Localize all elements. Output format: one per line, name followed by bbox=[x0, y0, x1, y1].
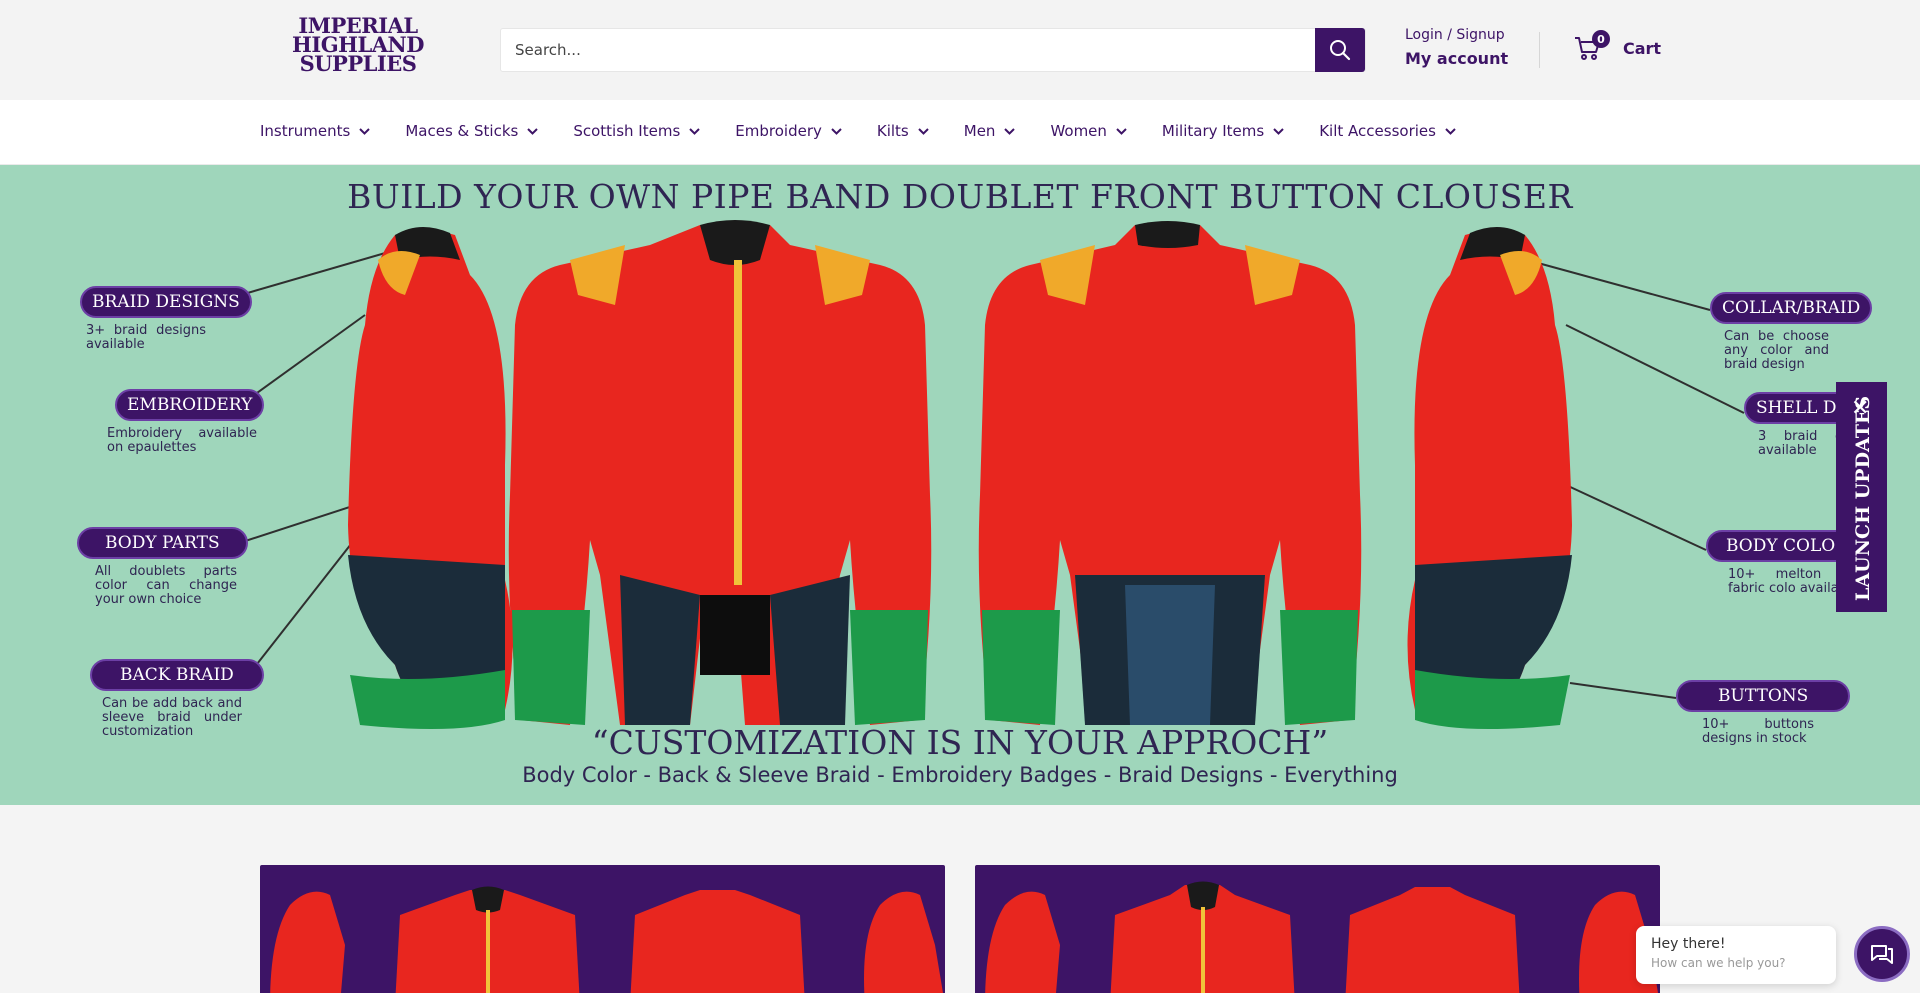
chevron-down-icon bbox=[918, 127, 929, 135]
main-nav: Instruments Maces & Sticks Scottish Item… bbox=[0, 100, 1920, 165]
chevron-down-icon bbox=[1445, 127, 1456, 135]
side-jacket-right bbox=[1407, 226, 1572, 729]
nav-item-maces-sticks[interactable]: Maces & Sticks bbox=[405, 122, 539, 140]
callout-title: BODY PARTS bbox=[77, 527, 248, 559]
chevron-down-icon bbox=[527, 127, 539, 135]
callout-desc: All doublets parts color can change your… bbox=[95, 564, 237, 607]
callout-body-parts: BODY PARTS All doublets parts color can … bbox=[77, 527, 248, 607]
launch-updates-label: LAUNCH UPDATES bbox=[1852, 395, 1874, 601]
hero-quote: “CUSTOMIZATION IS IN YOUR APPROCH” bbox=[591, 723, 1329, 762]
chevron-down-icon bbox=[689, 127, 700, 135]
chevron-down-icon bbox=[831, 127, 842, 135]
callout-title: COLLAR/BRAID bbox=[1710, 292, 1873, 324]
login-signup-link[interactable]: Login / Signup bbox=[1405, 27, 1508, 43]
chat-launcher-button[interactable] bbox=[1854, 926, 1910, 982]
cart-count-badge: 0 bbox=[1592, 30, 1610, 48]
chevron-down-icon bbox=[359, 127, 371, 135]
nav-item-label: Men bbox=[963, 122, 996, 140]
nav-item-label: Scottish Items bbox=[573, 122, 681, 140]
chevron-down-icon bbox=[1004, 127, 1016, 135]
chat-icon bbox=[1871, 945, 1893, 964]
cart-button[interactable]: 0 Cart bbox=[1573, 30, 1662, 62]
side-jacket-left bbox=[348, 226, 513, 729]
nav-item-label: Women bbox=[1050, 122, 1107, 140]
callout-desc: 3+ braid designs available bbox=[86, 323, 206, 352]
callout-title: BACK BRAID bbox=[90, 659, 264, 691]
card-jackets-image bbox=[270, 886, 943, 993]
chevron-down-icon bbox=[1116, 127, 1127, 135]
nav-item-military-items[interactable]: Military Items bbox=[1162, 122, 1284, 140]
promo-card-1[interactable] bbox=[260, 865, 945, 993]
nav-item-label: Embroidery bbox=[735, 122, 822, 140]
account-block: Login / Signup My account bbox=[1405, 27, 1508, 68]
search-input[interactable] bbox=[515, 29, 1295, 71]
callout-desc: Can be choose any color and braid design bbox=[1724, 329, 1829, 372]
promo-card-2[interactable] bbox=[975, 865, 1660, 993]
nav-item-label: Kilts bbox=[876, 122, 909, 140]
callout-collar-braid: COLLAR/BRAID Can be choose any color and… bbox=[1710, 292, 1873, 372]
launch-updates-tab[interactable]: ✕ LAUNCH UPDATES bbox=[1836, 382, 1887, 612]
site-logo[interactable]: IMPERIAL HIGHLAND SUPPLIES bbox=[290, 15, 426, 80]
cart-label: Cart bbox=[1623, 38, 1662, 58]
nav-item-label: Kilt Accessories bbox=[1319, 122, 1436, 140]
cart-icon: 0 bbox=[1573, 30, 1610, 62]
nav-item-label: Instruments bbox=[260, 122, 351, 140]
search-box bbox=[500, 28, 1366, 72]
nav-item-men[interactable]: Men bbox=[964, 122, 1016, 140]
callout-desc: Embroidery available on epaulettes bbox=[107, 426, 257, 455]
search-icon bbox=[1330, 40, 1351, 61]
card-jackets-image bbox=[985, 881, 1658, 993]
my-account-link[interactable]: My account bbox=[1405, 49, 1508, 68]
chat-greeting: Hey there! bbox=[1651, 936, 1726, 952]
hero-banner[interactable]: BUILD YOUR OWN PIPE BAND DOUBLET FRONT B… bbox=[0, 165, 1920, 805]
callout-embroidery: EMBROIDERY Embroidery available on epaul… bbox=[107, 389, 265, 455]
nav-item-embroidery[interactable]: Embroidery bbox=[735, 122, 842, 140]
jacket-illustration bbox=[212, 220, 1745, 729]
logo-line-3: SUPPLIES bbox=[299, 51, 417, 76]
hero-subtitle: Body Color - Back & Sleeve Braid - Embro… bbox=[522, 763, 1398, 787]
nav-item-women[interactable]: Women bbox=[1050, 122, 1127, 140]
front-jacket bbox=[508, 220, 932, 725]
back-jacket bbox=[978, 221, 1362, 725]
callout-title: BUTTONS bbox=[1676, 680, 1851, 712]
search-button[interactable] bbox=[1315, 28, 1365, 72]
nav-item-label: Military Items bbox=[1161, 122, 1265, 140]
nav-item-label: Maces & Sticks bbox=[405, 122, 519, 140]
chat-prompt: How can we help you? bbox=[1651, 956, 1786, 970]
callout-title: EMBROIDERY bbox=[115, 389, 265, 421]
callout-braid-designs: BRAID DESIGNS 3+ braid designs available bbox=[80, 286, 252, 352]
header-divider bbox=[1539, 32, 1540, 68]
chat-greeting-bubble[interactable]: Hey there! How can we help you? bbox=[1636, 926, 1836, 984]
site-header: IMPERIAL HIGHLAND SUPPLIES Login / Signu… bbox=[0, 0, 1920, 100]
nav-item-instruments[interactable]: Instruments bbox=[260, 122, 371, 140]
chevron-down-icon bbox=[1273, 127, 1284, 135]
nav-item-scottish-items[interactable]: Scottish Items bbox=[573, 122, 700, 140]
nav-item-kilt-accessories[interactable]: Kilt Accessories bbox=[1319, 122, 1456, 140]
nav-item-kilts[interactable]: Kilts bbox=[877, 122, 929, 140]
callout-title: BRAID DESIGNS bbox=[80, 286, 252, 318]
